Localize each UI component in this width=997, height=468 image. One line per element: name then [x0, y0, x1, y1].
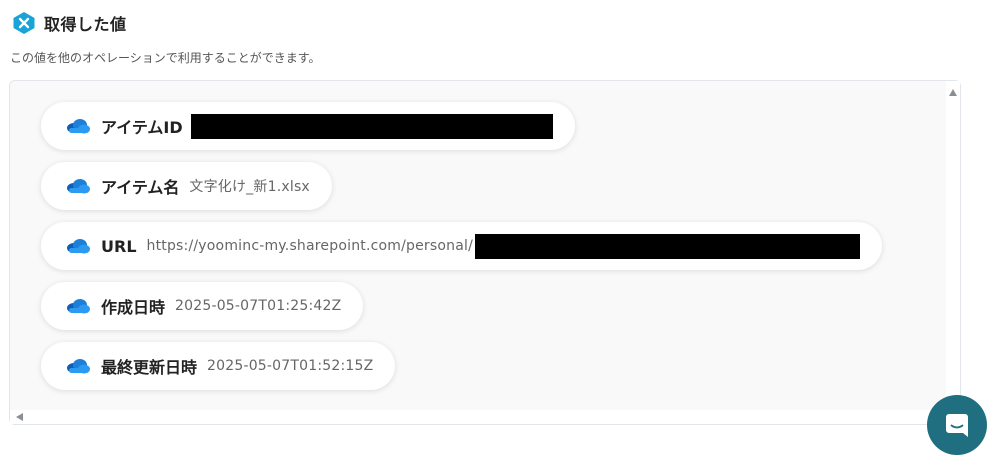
redacted-value: [190, 113, 553, 139]
value-chip-value: https://yoominc-my.sharepoint.com/person…: [146, 238, 473, 254]
value-chip-label: 作成日時: [101, 298, 166, 317]
vertical-scrollbar[interactable]: [946, 81, 960, 411]
value-chip-created-at[interactable]: 作成日時 2025-05-07T01:25:42Z: [41, 282, 364, 330]
onedrive-cloud-icon: [67, 299, 90, 314]
onedrive-cloud-icon: [67, 239, 90, 254]
value-chip-label: アイテムID: [101, 118, 183, 137]
section-header: 取得した値: [12, 10, 127, 36]
chat-bubble-icon: [946, 414, 968, 437]
value-chip-item-id[interactable]: アイテムID: [41, 102, 575, 150]
values-scroll-area: アイテムID アイテム名 文字化け_新1.xlsx URL https://yo…: [10, 81, 947, 411]
yoom-logo-icon: [13, 12, 35, 34]
value-chip-item-name[interactable]: アイテム名 文字化け_新1.xlsx: [41, 162, 332, 210]
value-chip-updated-at[interactable]: 最終更新日時 2025-05-07T01:52:15Z: [41, 342, 396, 390]
onedrive-cloud-icon: [67, 359, 90, 374]
section-description: この値を他のオペレーションで利用することができます。: [10, 51, 321, 65]
value-chip-url[interactable]: URL https://yoominc-my.sharepoint.com/pe…: [41, 222, 882, 270]
value-chip-label: 最終更新日時: [101, 358, 198, 377]
value-chip-value: 2025-05-07T01:52:15Z: [207, 358, 374, 374]
onedrive-cloud-icon: [67, 119, 90, 134]
values-panel: アイテムID アイテム名 文字化け_新1.xlsx URL https://yo…: [9, 80, 961, 425]
value-chip-label: URL: [101, 236, 137, 256]
onedrive-cloud-icon: [67, 179, 90, 194]
section-title: 取得した値: [44, 15, 127, 34]
chat-support-button[interactable]: [927, 395, 987, 455]
value-chip-value: 2025-05-07T01:25:42Z: [175, 298, 342, 314]
scroll-up-arrow-icon[interactable]: [949, 89, 957, 96]
scroll-left-arrow-icon[interactable]: [16, 413, 23, 421]
value-chip-label: アイテム名: [101, 178, 180, 197]
redacted-value: [475, 233, 860, 259]
value-chip-value: 文字化け_新1.xlsx: [189, 179, 310, 195]
horizontal-scrollbar[interactable]: [10, 410, 947, 424]
